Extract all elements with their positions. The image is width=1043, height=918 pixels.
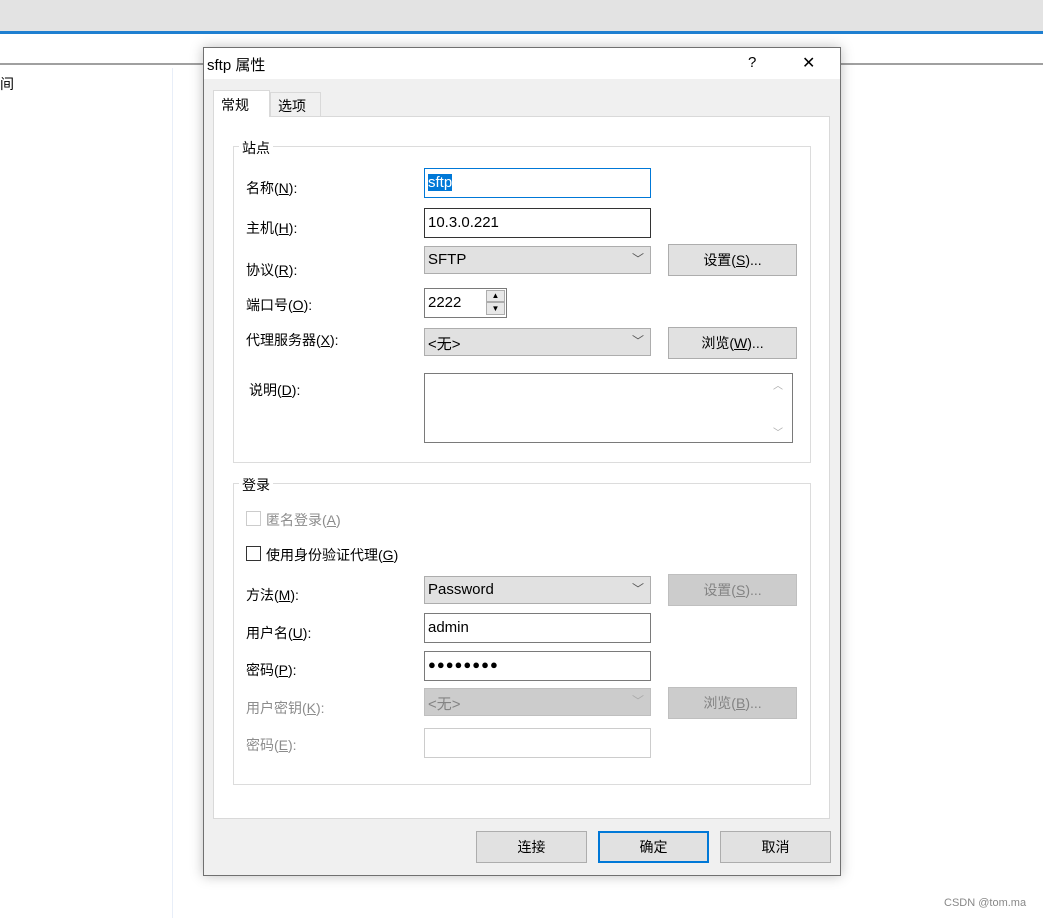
host-label: 主机(H): [246, 220, 298, 236]
description-label: 说明(D): [249, 382, 301, 398]
connect-button[interactable]: 连接 [476, 831, 587, 863]
proxy-browse-button[interactable]: 浏览(W)... [668, 327, 797, 359]
chevron-down-icon: ﹀ [631, 334, 644, 348]
chevron-down-icon: ﹀ [631, 252, 644, 266]
user-key-label: 用户密钥(K): [246, 700, 325, 716]
agent-label: 使用身份验证代理(G) [266, 547, 399, 563]
column-header: 间 [0, 76, 14, 92]
accent-line [0, 31, 1043, 34]
method-label: 方法(M): [246, 587, 299, 603]
cancel-button[interactable]: 取消 [720, 831, 831, 863]
name-input[interactable]: sftp [424, 168, 651, 198]
port-down-arrow-icon[interactable]: ▼ [486, 302, 505, 315]
name-label: 名称(N): [246, 180, 298, 196]
proxy-label: 代理服务器(X): [246, 332, 339, 348]
proxy-select[interactable]: <无> ﹀ [424, 328, 651, 356]
column-divider [172, 68, 173, 918]
agent-checkbox[interactable] [246, 546, 261, 561]
chevron-down-icon: ﹀ [631, 694, 644, 708]
password-label: 密码(P): [246, 662, 297, 678]
ok-button[interactable]: 确定 [598, 831, 709, 863]
description-textarea[interactable] [424, 373, 793, 443]
username-label: 用户名(U): [246, 625, 312, 641]
port-label: 端口号(O): [246, 297, 313, 313]
password-input[interactable]: ●●●●●●●● [424, 651, 651, 681]
site-group-label: 站点 [239, 138, 273, 158]
dialog-titlebar[interactable] [204, 48, 840, 79]
port-up-arrow-icon[interactable]: ▲ [486, 290, 505, 302]
user-key-select[interactable]: <无> ﹀ [424, 688, 651, 716]
scroll-up-icon[interactable]: ︿ [773, 377, 783, 392]
host-input[interactable]: 10.3.0.221 [424, 208, 651, 238]
app-toolbar [0, 0, 1043, 31]
username-input[interactable]: admin [424, 613, 651, 643]
tab-general[interactable]: 常规 [213, 90, 270, 117]
anonymous-checkbox[interactable] [246, 511, 261, 526]
chevron-down-icon: ﹀ [631, 582, 644, 596]
dialog-title: sftp 属性 [207, 57, 266, 74]
help-button[interactable]: ? [748, 54, 756, 71]
method-select[interactable]: Password ﹀ [424, 576, 651, 604]
close-button[interactable]: ✕ [802, 53, 815, 73]
anonymous-label: 匿名登录(A) [266, 512, 341, 528]
passphrase-input[interactable] [424, 728, 651, 758]
protocol-settings-button[interactable]: 设置(S)... [668, 244, 797, 276]
login-group-label: 登录 [239, 475, 273, 495]
tab-options[interactable]: 选项 [270, 92, 321, 116]
user-key-browse-button[interactable]: 浏览(B)... [668, 687, 797, 719]
method-settings-button[interactable]: 设置(S)... [668, 574, 797, 606]
protocol-select[interactable]: SFTP ﹀ [424, 246, 651, 274]
protocol-label: 协议(R): [246, 262, 298, 278]
watermark: CSDN @tom.ma [944, 897, 1027, 909]
scroll-down-icon[interactable]: ﹀ [773, 424, 783, 439]
passphrase-label: 密码(E): [246, 737, 297, 753]
